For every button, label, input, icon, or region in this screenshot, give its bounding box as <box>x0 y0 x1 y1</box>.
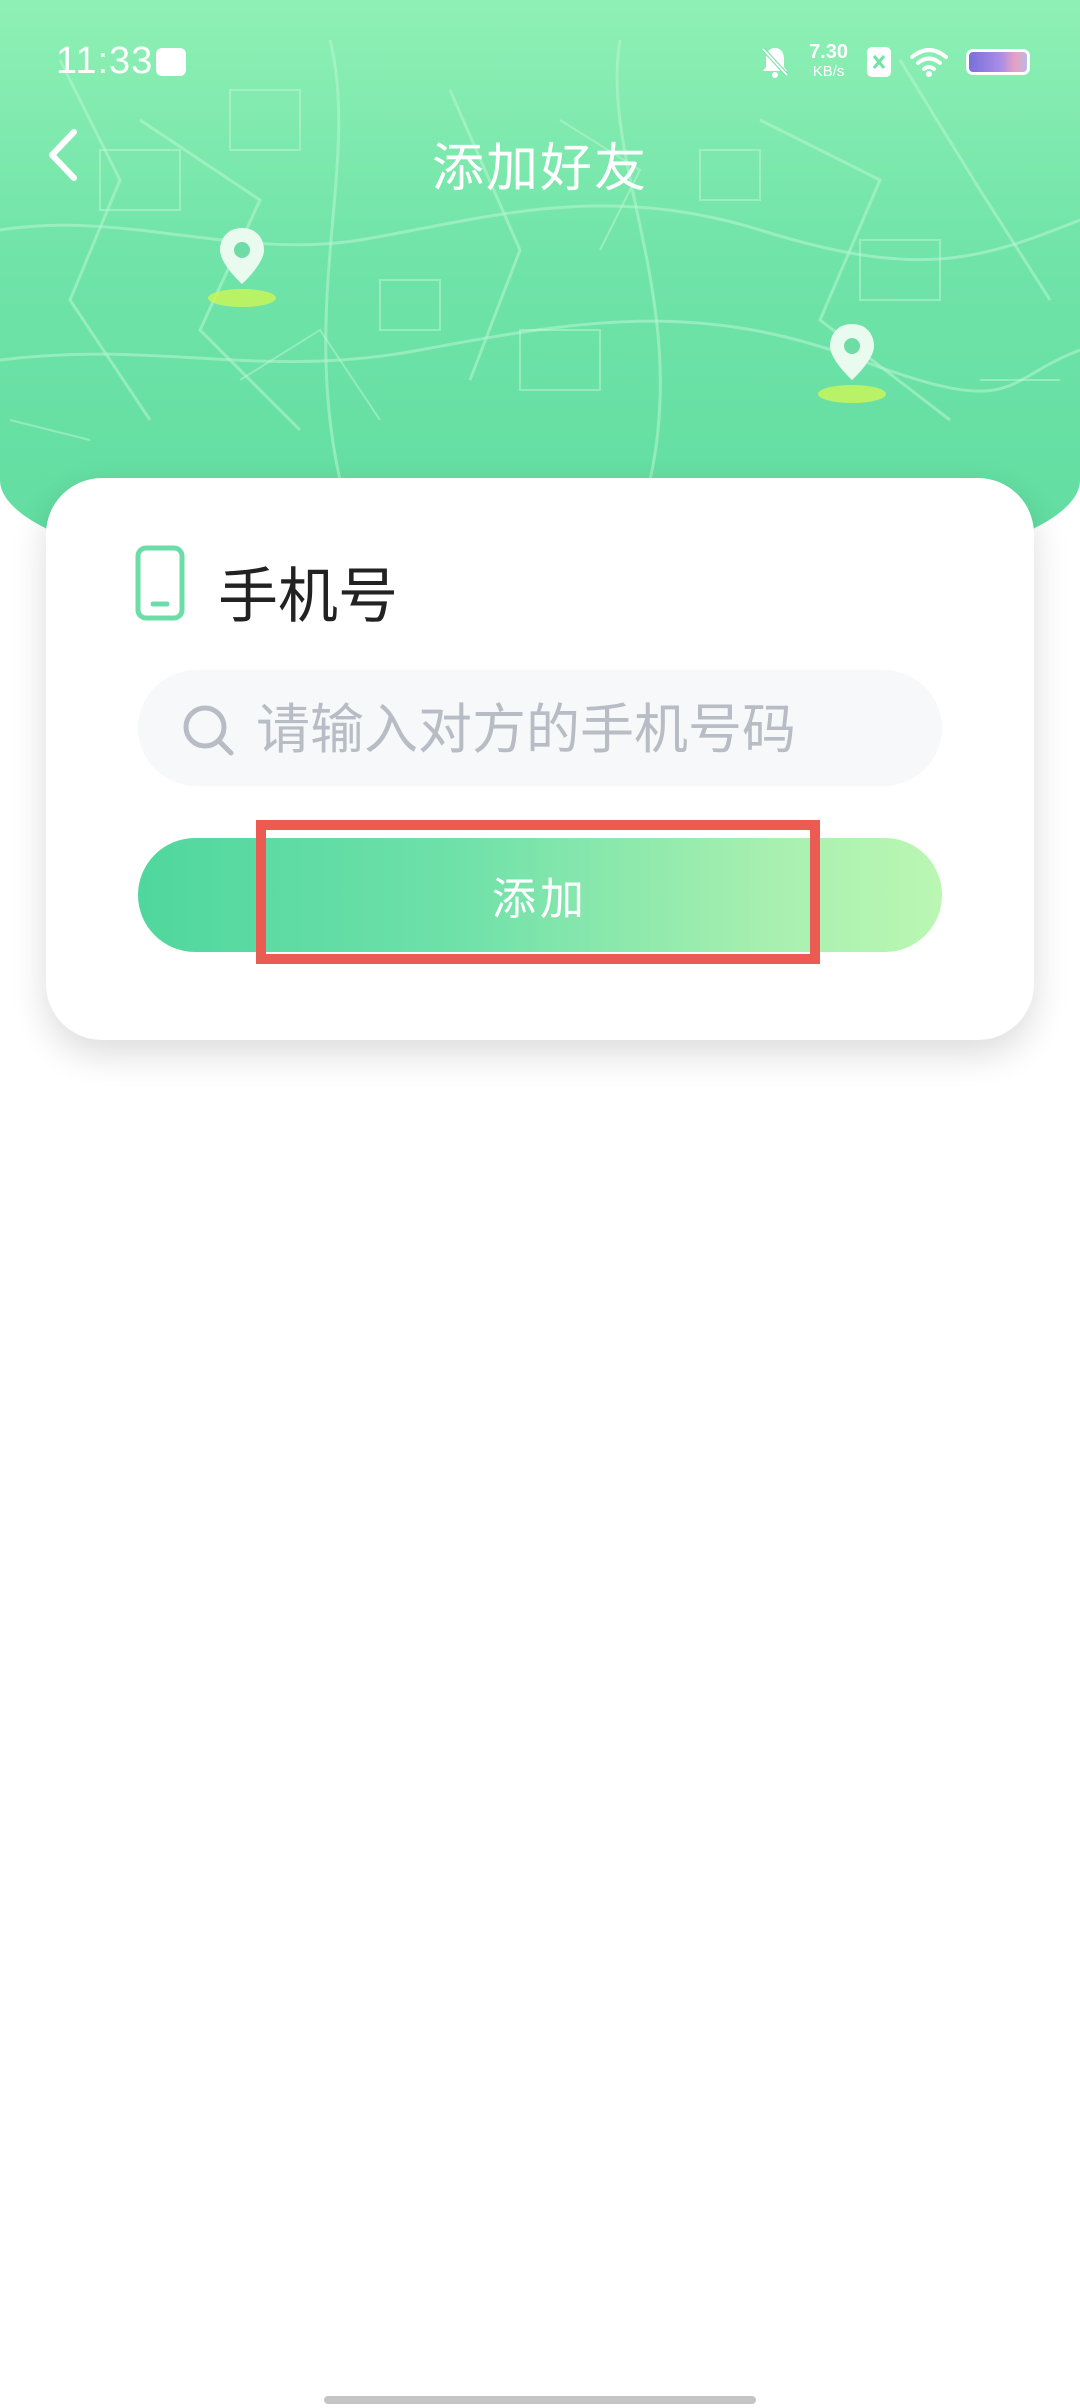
network-speed-value: 7.30 <box>809 41 848 63</box>
status-indicators: 7.30 KB/s <box>759 40 1030 84</box>
phone-number-label: 手机号 <box>218 562 398 632</box>
phone-number-input[interactable] <box>254 670 918 788</box>
add-friend-card: 手机号 添加 <box>46 478 1034 1040</box>
page-title: 添加好友 <box>431 139 648 199</box>
map-pin-icon <box>818 324 886 403</box>
phone-number-field[interactable] <box>138 670 942 788</box>
phone-icon <box>135 545 185 621</box>
mute-bell-icon <box>761 47 789 78</box>
status-time: 11:33 <box>56 40 154 82</box>
status-bar: 11:33 7.30 KB/s <box>0 0 1080 130</box>
network-speed-unit: KB/s <box>812 63 845 80</box>
map-pin-icon <box>208 228 276 307</box>
home-indicator[interactable] <box>324 2396 756 2404</box>
sim-x-icon <box>867 47 891 77</box>
shopping-bag-icon <box>156 48 186 76</box>
add-button[interactable]: 添加 <box>138 838 942 952</box>
network-speed: 7.30 KB/s <box>809 42 848 82</box>
search-icon <box>183 705 234 756</box>
battery-icon <box>966 49 1030 75</box>
wifi-icon <box>910 48 948 77</box>
